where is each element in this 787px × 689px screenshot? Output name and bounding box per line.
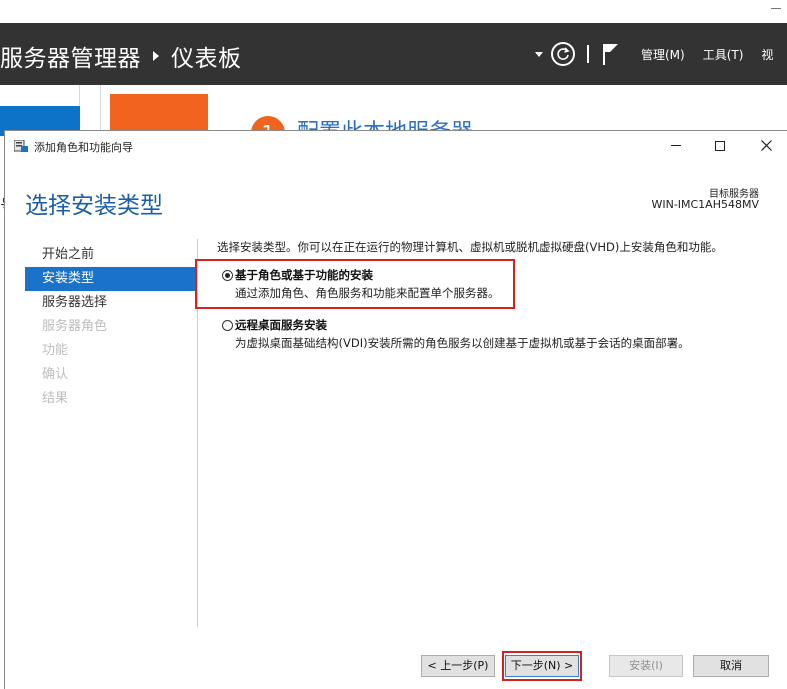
close-button[interactable] bbox=[755, 137, 777, 155]
breadcrumb-server-manager[interactable]: 服务器管理器 bbox=[0, 39, 141, 73]
server-manager-header: 服务器管理器 仪表板 管理(M) 工具(T) 视 bbox=[0, 23, 787, 85]
cancel-button[interactable]: 取消 bbox=[693, 655, 769, 677]
role-based-highlight-box bbox=[195, 259, 515, 309]
nav-features: 功能 bbox=[42, 343, 69, 358]
server-manager-left-panel bbox=[0, 85, 80, 106]
server-manager-toolbar: 管理(M) 工具(T) 视 bbox=[535, 40, 787, 68]
minimize-icon[interactable] bbox=[771, 8, 781, 9]
target-server-name: WIN-IMC1AH548MV bbox=[651, 198, 759, 211]
maximize-button[interactable] bbox=[709, 137, 731, 155]
wizard-steps-nav: 开始之前 安装类型 服务器选择 服务器角色 功能 确认 结果 bbox=[25, 243, 197, 411]
breadcrumb-separator-icon bbox=[153, 51, 159, 61]
notification-flag-icon[interactable] bbox=[601, 42, 621, 66]
page-title: 选择安装类型 bbox=[25, 193, 163, 219]
installation-type-intro: 选择安装类型。你可以在正在运行的物理计算机、虚拟机或脱机虚拟硬盘(VHD)上安装… bbox=[217, 240, 723, 254]
add-roles-wizard-dialog: 添加角色和功能向导 选择安装类型 目标服务器 WIN-IMC1AH548MV 开… bbox=[4, 130, 787, 689]
option-remote-desktop-install[interactable]: 远程桌面服务安装 为虚拟桌面基础结构(VDI)安装所需的角色服务以创建基于虚拟机… bbox=[217, 311, 777, 355]
menu-view[interactable]: 视 bbox=[761, 46, 773, 63]
install-button: 安装(I) bbox=[609, 655, 683, 677]
refresh-icon[interactable] bbox=[551, 42, 575, 66]
server-manager-divider bbox=[100, 85, 101, 135]
nav-results: 结果 bbox=[42, 391, 69, 406]
minimize-icon bbox=[671, 145, 681, 146]
close-icon bbox=[760, 140, 772, 151]
wizard-footer: < 上一步(P) 下一步(N) > 安装(I) 取消 bbox=[5, 629, 787, 689]
server-manager-top-strip bbox=[0, 0, 787, 23]
maximize-icon bbox=[715, 140, 725, 151]
wizard-content: 选择安装类型。你可以在正在运行的物理计算机、虚拟机或脱机虚拟硬盘(VHD)上安装… bbox=[195, 239, 777, 355]
server-manager-breadcrumb: 服务器管理器 仪表板 bbox=[0, 39, 242, 73]
server-manager-app-icon bbox=[14, 140, 28, 152]
nav-server-selection[interactable]: 服务器选择 bbox=[25, 291, 197, 315]
menu-manage[interactable]: 管理(M) bbox=[641, 46, 685, 63]
nav-before-you-begin[interactable]: 开始之前 bbox=[25, 243, 197, 267]
previous-button[interactable]: < 上一步(P) bbox=[421, 655, 495, 677]
nav-server-roles: 服务器角色 bbox=[42, 319, 108, 334]
next-button[interactable]: 下一步(N) > bbox=[505, 655, 579, 677]
remote-desktop-radio[interactable] bbox=[222, 320, 233, 331]
menu-tools[interactable]: 工具(T) bbox=[703, 46, 744, 63]
breadcrumb-dashboard: 仪表板 bbox=[171, 46, 242, 72]
remote-desktop-description: 为虚拟桌面基础结构(VDI)安装所需的角色服务以创建基于虚拟机或基于会话的桌面部… bbox=[235, 336, 690, 350]
dropdown-caret-icon[interactable] bbox=[535, 51, 543, 57]
toolbar-divider bbox=[587, 45, 589, 63]
nav-confirmation: 确认 bbox=[42, 367, 69, 382]
nav-installation-type[interactable]: 安装类型 bbox=[25, 267, 197, 291]
wizard-titlebar: 添加角色和功能向导 bbox=[5, 131, 787, 161]
remote-desktop-title: 远程桌面服务安装 bbox=[235, 318, 327, 332]
wizard-window-title: 添加角色和功能向导 bbox=[34, 141, 133, 154]
minimize-button[interactable] bbox=[665, 137, 687, 155]
